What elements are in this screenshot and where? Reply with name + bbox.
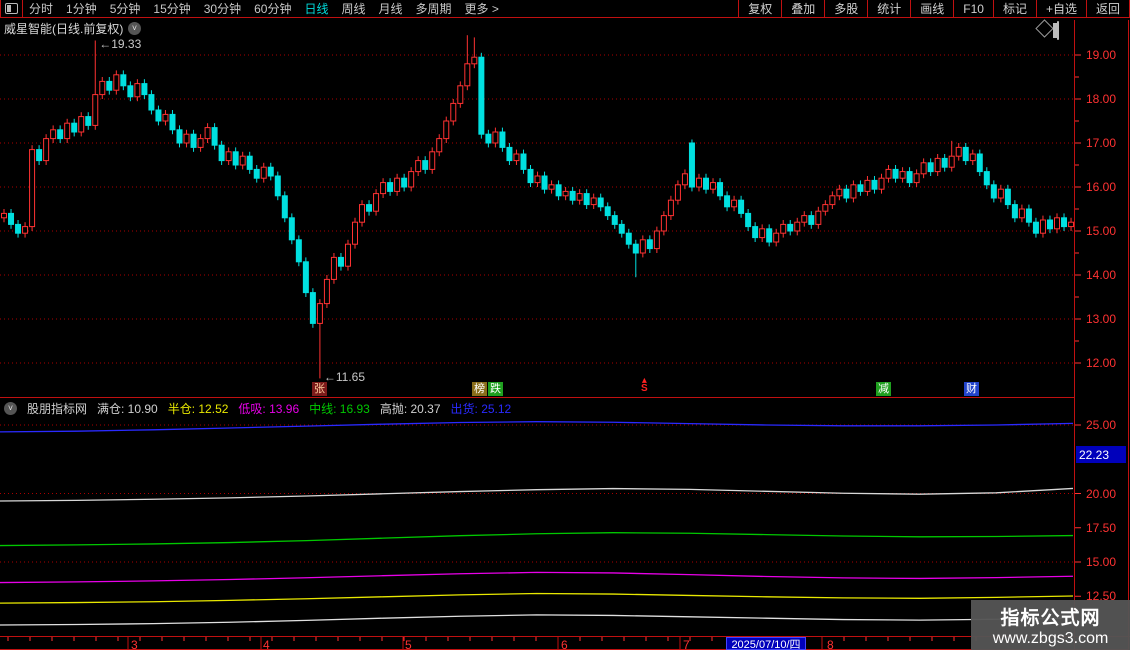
indicator-header: ˅ 股朋指标网 满仓: 10.90 半仓: 12.52 低吸: 13.96 中线: 1… xyxy=(0,399,1078,417)
indicator-axis-label: 15.00 xyxy=(1086,555,1117,569)
indicator-axis-label: 17.50 xyxy=(1086,520,1117,535)
watermark-title: 指标公式网 xyxy=(1000,607,1101,629)
price-axis-label: 14.00 xyxy=(1086,268,1117,282)
indicator-value-半仓: 半仓: 12.52 xyxy=(167,401,229,416)
month-label-8: 8 xyxy=(827,638,834,650)
indicator-value-高抛: 高抛: 20.37 xyxy=(379,401,441,416)
month-label-5: 5 xyxy=(405,638,412,650)
indicator-value-中线: 中线: 16.93 xyxy=(309,401,370,416)
price-axis-label: 18.00 xyxy=(1086,92,1117,106)
high-price-annotation: ←19.33 xyxy=(99,37,142,52)
chevron-down-icon[interactable]: ˅ xyxy=(4,401,17,415)
signal-s-marker: ▴ S xyxy=(641,375,648,394)
signal-badge-财: 财 xyxy=(964,382,979,396)
trading-app-window: 分时 1分钟 5分钟 15分钟 30分钟 60分钟 日线 周线 月线 多周期 更多 > 复权 叠加 多股… xyxy=(0,0,1130,650)
watermark-url: www.zbgs3.com xyxy=(992,629,1109,647)
signal-badge-跌: 跌 xyxy=(488,382,503,396)
indicator-value-出货: 出货: 25.12 xyxy=(450,401,512,416)
current-value-box: 22.23 xyxy=(1076,446,1126,463)
price-axis-label: 12.00 xyxy=(1086,356,1117,370)
indicator-axis-label: 25.00 xyxy=(1086,418,1117,432)
indicator-value-低吸: 低吸: 13.96 xyxy=(238,401,300,416)
price-axis-label: 13.00 xyxy=(1086,312,1117,326)
month-label-7: 7 xyxy=(683,638,690,650)
price-axis-label: 17.00 xyxy=(1086,136,1117,150)
month-label-6: 6 xyxy=(561,638,568,650)
indicator-panel-title: 股朋指标网 xyxy=(27,401,88,416)
signal-badge-张: 张 xyxy=(312,382,327,396)
time-axis: 2025年 345678 xyxy=(0,636,1130,650)
indicator-axis-label: 20.00 xyxy=(1086,486,1117,501)
price-axis-label: 16.00 xyxy=(1086,180,1117,194)
selected-date-box: 2025/07/10/四 xyxy=(726,637,806,650)
watermark: 指标公式网 www.zbgs3.com xyxy=(971,600,1130,650)
indicator-value-满仓: 满仓: 10.90 xyxy=(97,401,158,416)
price-axis-label: 15.00 xyxy=(1086,224,1117,238)
low-price-annotation: ←11.65 xyxy=(323,370,366,385)
signal-badge-榜: 榜 xyxy=(472,382,487,396)
signal-badge-减: 减 xyxy=(876,382,891,396)
month-label-4: 4 xyxy=(263,638,270,650)
month-label-3: 3 xyxy=(131,638,138,650)
price-axis-label: 19.00 xyxy=(1086,48,1117,62)
chart-canvas[interactable] xyxy=(0,0,1130,650)
